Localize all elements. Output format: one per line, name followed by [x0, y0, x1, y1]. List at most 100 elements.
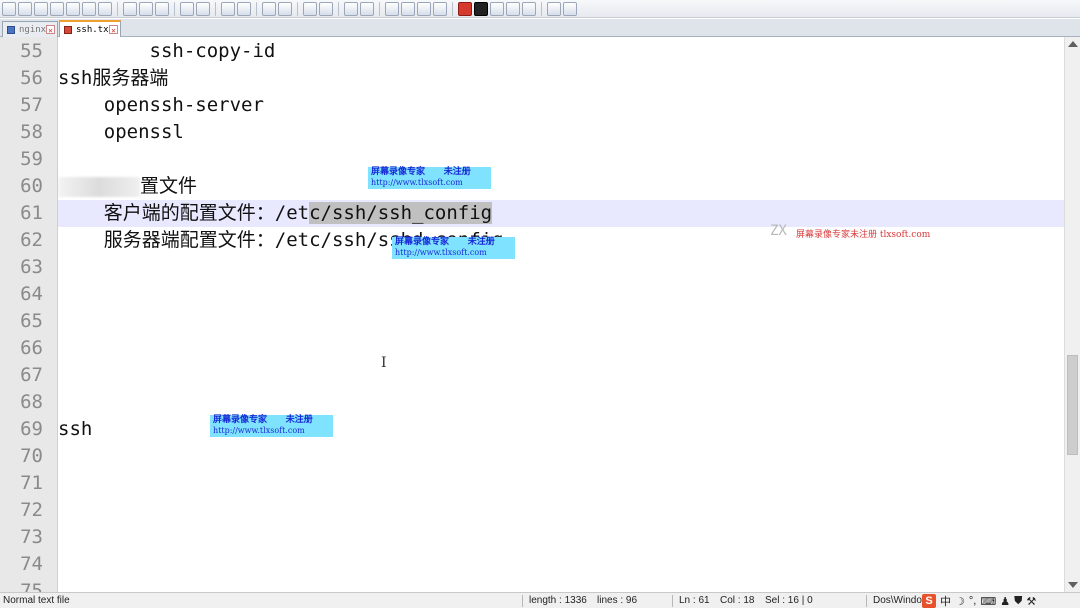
vertical-scrollbar[interactable]: [1064, 37, 1080, 592]
play-macro-icon[interactable]: [490, 1, 504, 16]
line-number[interactable]: 69: [20, 416, 43, 443]
close-icon[interactable]: [66, 1, 80, 16]
divider: [866, 595, 867, 607]
watermark-url: http://www.tlxsoft.com: [213, 426, 305, 435]
stop-macro-icon[interactable]: [474, 1, 488, 16]
scroll-down-icon[interactable]: [1068, 582, 1078, 588]
line-text: 客户端的配置文件：/et: [58, 202, 310, 224]
save-icon[interactable]: [34, 1, 48, 16]
zoom-out-icon[interactable]: [278, 1, 292, 16]
close-tab-icon[interactable]: ✕: [46, 25, 55, 35]
line-number[interactable]: 72: [20, 497, 43, 524]
line-number[interactable]: 75: [20, 578, 43, 592]
new-file-icon[interactable]: [2, 1, 16, 16]
tab-bar: nginx ✕ ssh.txt ✕: [0, 19, 1080, 37]
overlay-text: ZX: [770, 223, 787, 239]
function-list-icon[interactable]: [433, 1, 447, 16]
tab-ssh-txt[interactable]: ssh.txt ✕: [59, 20, 121, 37]
tab-label: nginx: [19, 25, 47, 35]
line-number[interactable]: 58: [20, 119, 43, 146]
line-number[interactable]: 70: [20, 443, 43, 470]
toolbar-separator: [174, 1, 175, 16]
show-all-chars-icon[interactable]: [360, 1, 374, 16]
indent-guide-icon[interactable]: [385, 1, 399, 16]
scroll-up-icon[interactable]: [1068, 41, 1078, 47]
redo-icon[interactable]: [196, 1, 210, 16]
keyboard-icon[interactable]: ⌨: [980, 595, 996, 608]
language-icon[interactable]: [401, 1, 415, 16]
code-line-60: 置文件: [140, 175, 198, 197]
wrench-icon[interactable]: ⚒: [1026, 595, 1036, 608]
recorder-watermark: 屏幕录像专家 未注册 http://www.tlxsoft.com: [368, 167, 491, 189]
close-all-icon[interactable]: [82, 1, 96, 16]
record-macro-icon[interactable]: [458, 1, 472, 16]
line-number[interactable]: 67: [20, 362, 43, 389]
spell-check-icon[interactable]: [547, 1, 561, 16]
eol-format[interactable]: Dos\Windo: [873, 593, 922, 609]
watermark-title: 屏幕录像专家 未注册: [395, 237, 495, 247]
save-macro-icon[interactable]: [522, 1, 536, 16]
line-number[interactable]: 63: [20, 254, 43, 281]
line-number[interactable]: 65: [20, 308, 43, 335]
recorder-watermark: 屏幕录像专家 未注册 http://www.tlxsoft.com: [210, 415, 333, 437]
line-number[interactable]: 60: [20, 173, 43, 200]
shirt-icon[interactable]: ⛊: [1014, 595, 1022, 608]
find-icon[interactable]: [221, 1, 235, 16]
line-number[interactable]: 59: [20, 146, 43, 173]
recorder-watermark: 屏幕录像专家 未注册 http://www.tlxsoft.com: [392, 237, 515, 259]
toolbar-separator: [379, 1, 380, 16]
save-all-icon[interactable]: [50, 1, 64, 16]
code-line-55: ssh-copy-id: [58, 40, 276, 62]
sync-horizontal-icon[interactable]: [319, 1, 333, 16]
open-file-icon[interactable]: [18, 1, 32, 16]
cut-icon[interactable]: [123, 1, 137, 16]
code-line-58: openssl: [58, 121, 184, 143]
code-line-57: openssh-server: [58, 94, 264, 116]
zoom-in-icon[interactable]: [262, 1, 276, 16]
document-map-icon[interactable]: [417, 1, 431, 16]
word-wrap-icon[interactable]: [344, 1, 358, 16]
code-line-69: ssh: [58, 418, 93, 440]
code-line-56: ssh服务器端: [58, 67, 169, 89]
scrollbar-thumb[interactable]: [1067, 355, 1078, 455]
toolbar-separator: [256, 1, 257, 16]
line-number[interactable]: 55: [20, 38, 43, 65]
run-macro-multiple-icon[interactable]: [506, 1, 520, 16]
paste-icon[interactable]: [155, 1, 169, 16]
toolbar-separator: [452, 1, 453, 16]
punctuation-icon[interactable]: °,: [969, 595, 976, 607]
moon-icon[interactable]: ☽: [955, 595, 965, 608]
line-number[interactable]: 57: [20, 92, 43, 119]
toolbar: [0, 0, 1080, 18]
spell-settings-icon[interactable]: [563, 1, 577, 16]
text-editor[interactable]: ssh-copy-id ssh服务器端 openssh-server opens…: [58, 37, 1064, 592]
close-tab-icon[interactable]: ✕: [109, 25, 118, 35]
sync-vertical-icon[interactable]: [303, 1, 317, 16]
watermark-title: 屏幕录像专家 未注册: [371, 167, 471, 177]
line-number-gutter[interactable]: 55 56 57 58 59 60 61 62 63 64 65 66 67 68 69 70 71 72 73 74…: [0, 37, 58, 592]
toolbar-separator: [338, 1, 339, 16]
undo-icon[interactable]: [180, 1, 194, 16]
print-icon[interactable]: [98, 1, 112, 16]
ime-toolbar: S 中 ☽ °, ⌨ ♟ ⛊ ⚒: [922, 594, 1036, 608]
col-readout: Col : 18: [720, 595, 755, 606]
text-selection: c/ssh/ssh_config: [309, 202, 493, 224]
replace-icon[interactable]: [237, 1, 251, 16]
file-modified-icon: [64, 26, 72, 34]
line-number[interactable]: 56: [20, 65, 43, 92]
line-number[interactable]: 71: [20, 470, 43, 497]
sel-readout: Sel : 16 | 0: [765, 595, 813, 606]
ime-mode[interactable]: 中: [940, 593, 951, 609]
sogou-ime-icon[interactable]: S: [922, 594, 936, 608]
tab-nginx[interactable]: nginx ✕: [2, 21, 58, 37]
line-number[interactable]: 64: [20, 281, 43, 308]
line-number[interactable]: 74: [20, 551, 43, 578]
line-number[interactable]: 73: [20, 524, 43, 551]
line-number[interactable]: 68: [20, 389, 43, 416]
line-number[interactable]: 61: [20, 200, 43, 227]
line-number[interactable]: 66: [20, 335, 43, 362]
person-icon[interactable]: ♟: [1000, 595, 1010, 608]
copy-icon[interactable]: [139, 1, 153, 16]
line-number[interactable]: 62: [20, 227, 43, 254]
status-bar: Normal text file length : 1336 lines : 9…: [0, 592, 1080, 608]
